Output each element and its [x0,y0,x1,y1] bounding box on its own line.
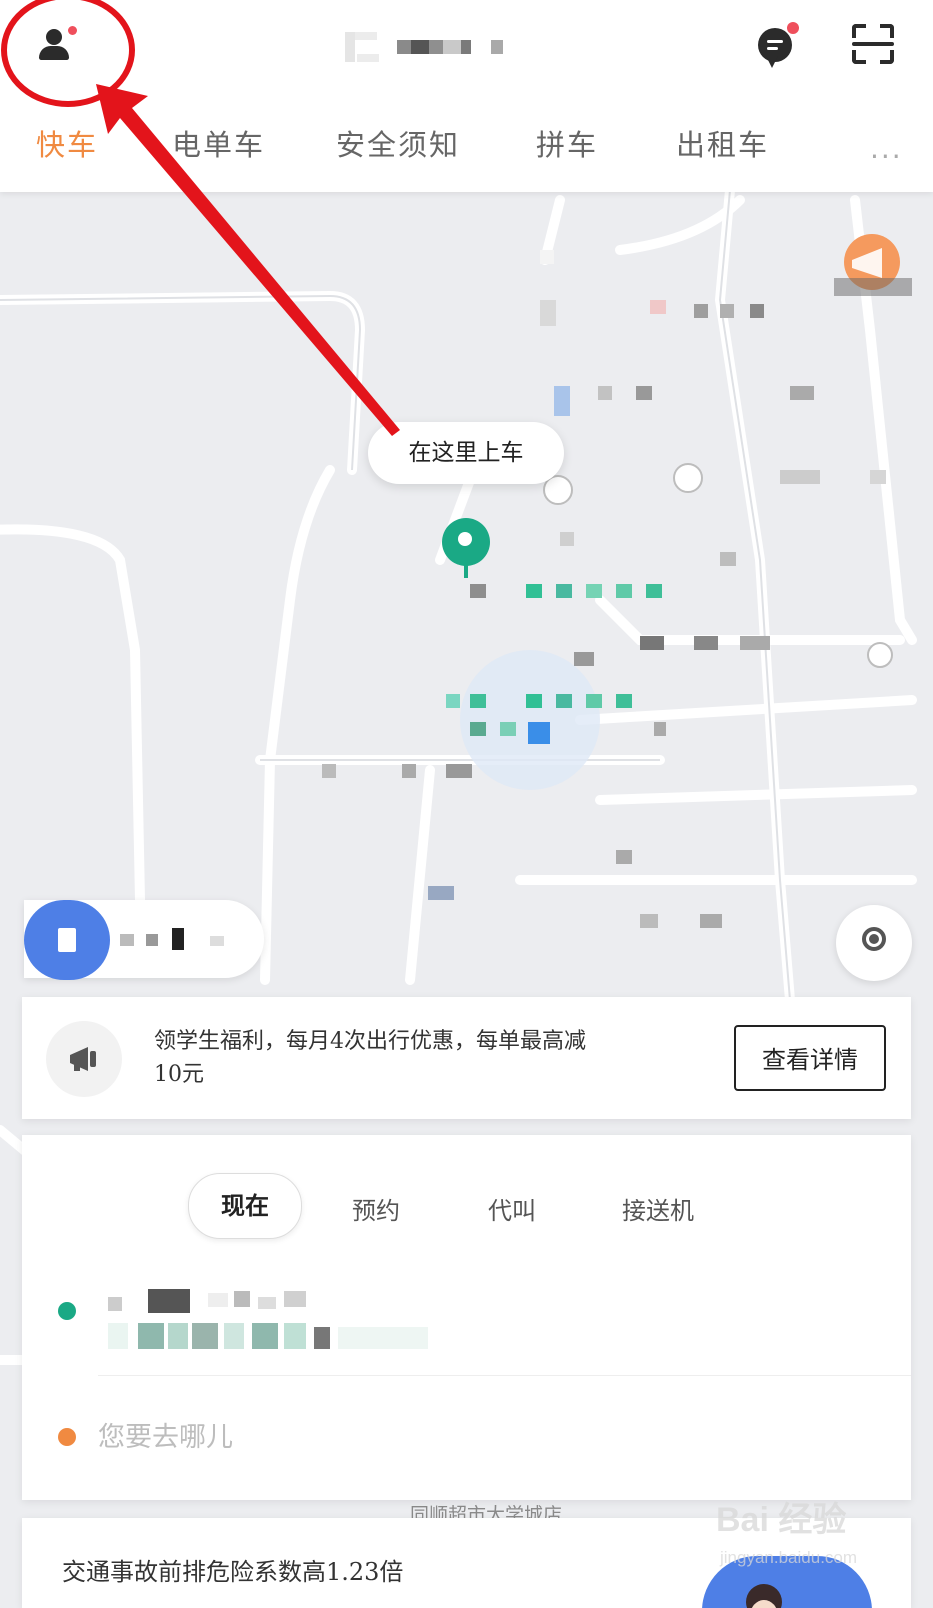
scan-corner [880,24,894,38]
start-dot [58,1302,76,1320]
divider [98,1375,911,1376]
destination-dot [58,1428,76,1446]
watermark: Bai 经验 jingyan.baidu.com [716,1492,916,1578]
order-panel: 现在 预约 代叫 接送机 [22,1135,911,1500]
banner-badge-icon [24,900,110,980]
watermark-url: jingyan.baidu.com [720,1548,858,1567]
pickup-tip: 在这里上车 [368,422,564,484]
floating-banner[interactable] [24,900,264,980]
pin-head [442,518,490,566]
time-tab-call-for-others[interactable]: 代叫 [488,1191,536,1226]
notice-text: 领学生福利，每月4次出行优惠，每单最高减10元 [154,1029,586,1087]
blurred-city-title [345,32,503,62]
message-line [767,47,778,50]
promo-mascot-icon[interactable] [832,234,912,298]
time-tab-now[interactable]: 现在 [188,1173,302,1239]
scan-icon[interactable] [852,24,894,64]
destination-input[interactable] [98,1410,878,1464]
safety-tip-text: 交通事故前排危险系数高1.23倍 [62,1558,404,1586]
message-badge [787,22,799,34]
locate-core [869,934,879,944]
tab-express[interactable]: 快车 [36,122,98,164]
tab-carpool[interactable]: 拼车 [536,122,598,164]
user-icon-body [39,46,69,60]
student-benefit-notice[interactable]: 领学生福利，每月4次出行优惠，每单最高减10元 查看详情 [22,997,911,1119]
pickup-pin-icon [442,518,492,578]
blurred-start-address[interactable] [108,1283,448,1355]
scan-line [852,42,894,46]
megaphone-icon [834,234,912,296]
view-details-button[interactable]: 查看详情 [734,1025,886,1091]
tab-ebike[interactable]: 电单车 [172,122,265,164]
notification-dot [68,26,77,35]
tab-safety[interactable]: 安全须知 [336,122,460,164]
more-icon[interactable]: ··· [870,140,903,173]
announcement-icon [46,1021,122,1097]
service-tabs: 快车 电单车 安全须知 拼车 出租车 [0,118,933,166]
message-bubble [758,28,792,68]
message-line [767,40,783,43]
scan-corner [852,50,866,64]
scan-corner [880,50,894,64]
blurred-banner-text [120,928,224,950]
user-icon-head [46,29,62,45]
message-icon[interactable] [754,22,802,70]
user-icon[interactable] [34,26,77,68]
watermark-logo: Bai 经验 [716,1501,847,1539]
scan-corner [852,24,866,38]
pin-stem [464,562,468,578]
top-bar: 快车 电单车 安全须知 拼车 出租车 ··· [0,0,933,192]
time-tab-reserve[interactable]: 预约 [352,1191,400,1226]
time-tab-airport[interactable]: 接送机 [622,1191,694,1226]
tab-taxi[interactable]: 出租车 [676,122,769,164]
locate-icon[interactable] [836,905,912,981]
